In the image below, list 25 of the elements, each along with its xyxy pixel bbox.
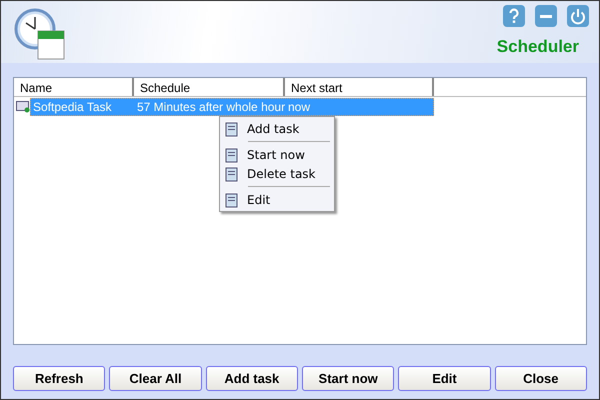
column-header[interactable]: Next start [285, 78, 434, 96]
action-button[interactable]: Clear All [109, 366, 202, 391]
column-header[interactable]: Name [14, 78, 134, 96]
menu-item[interactable]: Start now [220, 145, 334, 164]
table-cell-text: Softpedia Task [32, 100, 112, 114]
document-icon [223, 166, 239, 182]
action-button[interactable]: Add task [206, 366, 298, 391]
minimize-button[interactable] [535, 5, 557, 27]
power-button[interactable] [567, 5, 589, 27]
document-icon [223, 192, 239, 208]
menu-item[interactable]: Delete task [220, 164, 334, 183]
document-icon [223, 120, 239, 136]
menu-item[interactable]: Add task [220, 119, 334, 138]
table-cell-text: now [287, 100, 312, 114]
window-title: Scheduler [496, 37, 579, 57]
table-cell-text: 57 Minutes after whole hour [136, 100, 286, 114]
action-button[interactable]: Close [494, 366, 587, 391]
help-button[interactable] [503, 5, 525, 27]
action-button[interactable]: Refresh [13, 366, 106, 391]
menu-item[interactable]: Edit [220, 190, 334, 209]
task-icon [16, 100, 30, 112]
action-button[interactable]: Edit [398, 366, 491, 391]
document-icon [223, 146, 239, 162]
column-header[interactable]: Schedule [134, 78, 285, 96]
action-button[interactable]: Start now [302, 366, 394, 391]
